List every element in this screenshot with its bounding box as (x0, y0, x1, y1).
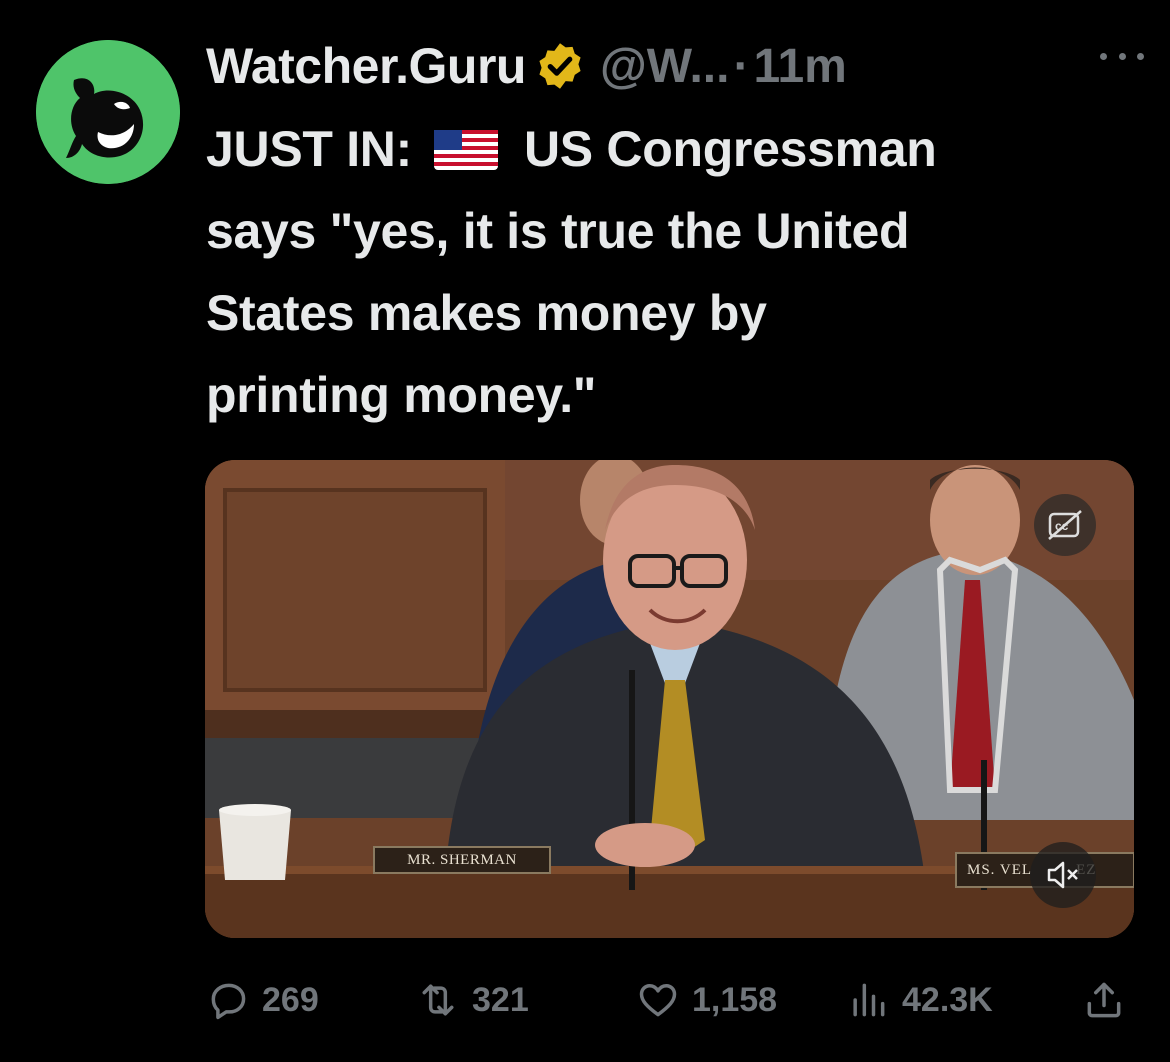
avatar[interactable] (36, 40, 180, 184)
like-button[interactable]: 1,158 (636, 972, 777, 1028)
author-name[interactable]: Watcher.Guru (206, 37, 526, 95)
views-icon (853, 983, 885, 1017)
repost-button[interactable]: 321 (416, 972, 529, 1028)
more-icon[interactable] (1100, 44, 1144, 68)
mute-button[interactable] (1030, 842, 1096, 908)
like-icon (639, 983, 677, 1017)
share-icon (1087, 982, 1121, 1018)
reply-button[interactable]: 269 (206, 972, 319, 1028)
separator-dot: · (733, 39, 750, 93)
tweet-text-line-1: JUST IN: US Congressman (206, 121, 937, 177)
tweet-text-line-3: States makes money by (206, 285, 767, 341)
tweet-header: Watcher.Guru @W... · 11m (206, 36, 847, 96)
cc-icon: cc (1048, 510, 1082, 540)
repost-count: 321 (472, 980, 529, 1019)
like-count: 1,158 (692, 980, 778, 1019)
orca-logo-icon (36, 40, 180, 184)
tweet-text: JUST IN: US Congressman says "yes, it is… (206, 108, 1136, 436)
tweet-text-line-2: says "yes, it is true the United (206, 203, 910, 259)
us-flag-icon (433, 130, 498, 170)
reply-count: 269 (262, 980, 319, 1019)
share-button[interactable] (1082, 972, 1138, 1028)
captions-button[interactable]: cc (1034, 494, 1096, 556)
reply-icon (211, 983, 246, 1020)
views-button[interactable]: 42.3K (846, 972, 993, 1028)
author-handle[interactable]: @W... (600, 39, 729, 94)
mute-icon (1047, 861, 1078, 889)
tweet-text-line-4: printing money." (206, 367, 597, 423)
views-count: 42.3K (902, 980, 993, 1019)
tweet-video[interactable]: MR. SHERMAN MS. VELEZ cc (205, 460, 1134, 938)
tweet-timestamp[interactable]: 11m (753, 39, 846, 94)
nameplate-left: MR. SHERMAN (373, 846, 551, 874)
verified-badge-icon (539, 43, 581, 89)
tweet-actions: 269 321 1,158 42.3K (206, 972, 1130, 1028)
repost-icon (422, 984, 454, 1016)
